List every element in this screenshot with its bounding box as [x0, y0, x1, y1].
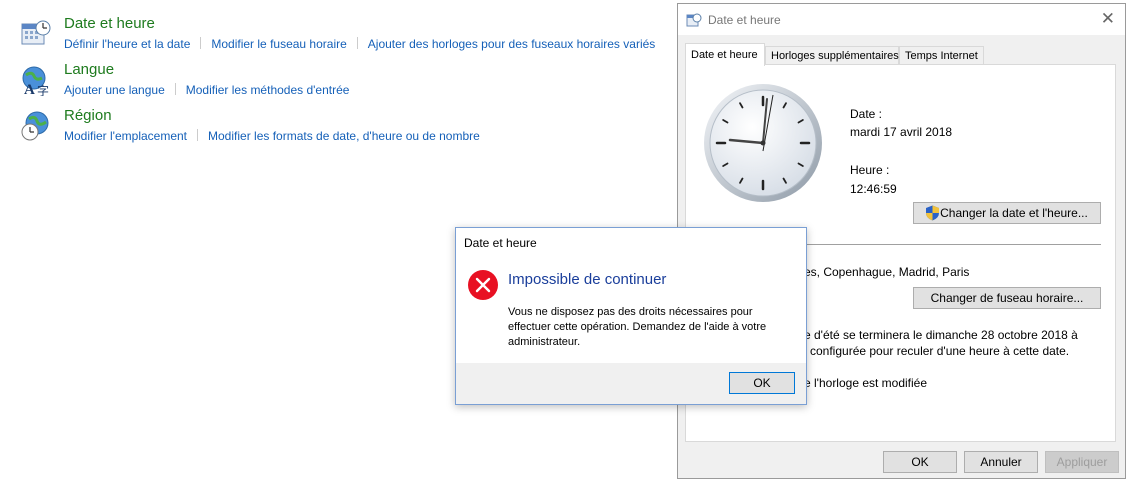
category-title[interactable]: Région	[64, 107, 112, 124]
change-timezone-button[interactable]: Changer de fuseau horaire...	[913, 287, 1101, 309]
link-separator	[197, 129, 199, 141]
apply-button[interactable]: Appliquer	[1045, 451, 1119, 473]
category-language: A 字 Langue Ajouter une langue Modifier le…	[20, 61, 680, 108]
dialog-titlebar[interactable]: Date et heure ✕	[678, 4, 1125, 35]
close-icon[interactable]: ✕	[1101, 9, 1115, 29]
category-region: Région Modifier l'emplacement Modifier le…	[20, 107, 680, 154]
error-dialog-title: Date et heure	[464, 236, 537, 250]
link-change-formats[interactable]: Modifier les formats de date, d'heure ou…	[208, 129, 480, 143]
notify-text: e l'horloge est modifiée	[804, 376, 928, 390]
dst-line-1: e d'été se terminera le dimanche 28 octo…	[804, 328, 1078, 342]
change-datetime-label: Changer la date et l'heure...	[940, 206, 1088, 220]
error-x-icon	[468, 270, 498, 300]
error-dialog-footer: OK	[456, 363, 806, 404]
category-links: Ajouter une langue Modifier les méthodes …	[64, 83, 349, 97]
tab-additional-clocks[interactable]: Horloges supplémentaires	[765, 46, 899, 65]
link-set-time-date[interactable]: Définir l'heure et la date	[64, 37, 190, 51]
link-add-clocks[interactable]: Ajouter des horloges pour des fuseaux ho…	[368, 37, 656, 51]
dialog-title: Date et heure	[708, 13, 781, 27]
svg-text:字: 字	[37, 83, 49, 96]
category-date-time: Date et heure Définir l'heure et la date…	[20, 15, 680, 62]
timezone-text: es, Copenhague, Madrid, Paris	[804, 265, 970, 279]
change-datetime-button[interactable]: Changer la date et l'heure...	[913, 202, 1101, 224]
cancel-button[interactable]: Annuler	[964, 451, 1038, 473]
ok-button[interactable]: OK	[883, 451, 957, 473]
error-ok-button[interactable]: OK	[729, 372, 795, 394]
time-label: Heure :	[850, 163, 890, 177]
shield-icon	[926, 205, 939, 221]
dst-line-2: configurée pour reculer d'une heure à ce…	[810, 344, 1070, 358]
error-message: Vous ne disposez pas des droits nécessai…	[508, 306, 767, 348]
link-change-timezone[interactable]: Modifier le fuseau horaire	[211, 37, 346, 51]
calendar-clock-icon	[21, 20, 51, 45]
link-change-input-methods[interactable]: Modifier les méthodes d'entrée	[186, 83, 350, 97]
svg-text:A: A	[24, 82, 35, 96]
category-links: Modifier l'emplacement Modifier les forma…	[64, 129, 480, 143]
link-separator	[356, 37, 358, 49]
region-globe-clock-icon	[21, 111, 49, 141]
category-links: Définir l'heure et la date Modifier le fu…	[64, 37, 655, 51]
link-separator	[200, 37, 202, 49]
date-value: mardi 17 avril 2018	[850, 125, 953, 139]
link-add-language[interactable]: Ajouter une langue	[64, 83, 165, 97]
category-title[interactable]: Date et heure	[64, 15, 155, 32]
tab-date-time[interactable]: Date et heure	[685, 43, 765, 66]
tab-internet-time[interactable]: Temps Internet	[899, 46, 984, 65]
error-dialog: Date et heure Impossible de continuer Vo…	[455, 227, 807, 405]
analog-clock	[704, 84, 822, 202]
error-heading: Impossible de continuer	[508, 271, 667, 288]
date-label: Date :	[850, 107, 883, 121]
link-separator	[174, 83, 176, 95]
category-title[interactable]: Langue	[64, 61, 114, 78]
language-globe-icon: A 字	[22, 66, 49, 96]
time-value: 12:46:59	[850, 182, 897, 196]
link-change-location[interactable]: Modifier l'emplacement	[64, 129, 187, 143]
calendar-clock-icon	[686, 13, 702, 27]
